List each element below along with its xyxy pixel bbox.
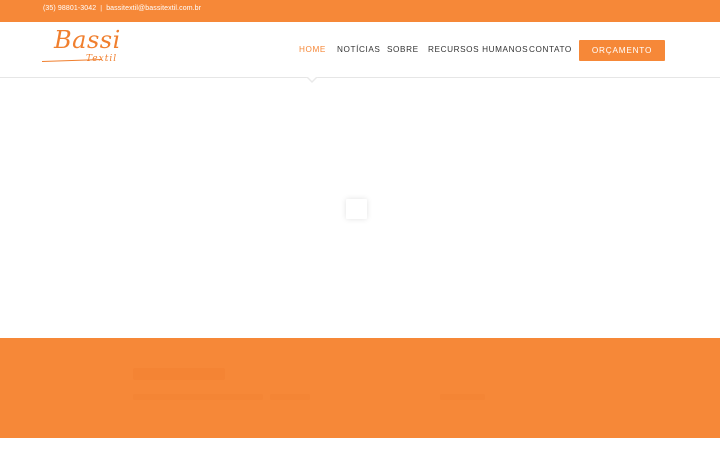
- contact-separator: |: [100, 5, 103, 12]
- nav-item-sobre[interactable]: SOBRE: [387, 45, 419, 54]
- active-nav-indicator: [306, 76, 318, 83]
- brand-name: Bassi: [54, 26, 121, 54]
- footer-heading-placeholder: [133, 368, 225, 380]
- footer-section: [0, 338, 720, 438]
- site-header: Bassi Textil HOME NOTÍCIAS SOBRE RECURSO…: [0, 22, 720, 83]
- contact-info: (35) 98801-3042 | bassitextil@bassitextil.…: [43, 5, 201, 12]
- nav-item-contato[interactable]: CONTATO: [529, 45, 572, 54]
- nav-item-noticias[interactable]: NOTÍCIAS: [337, 45, 380, 54]
- brand-tagline: Textil: [86, 54, 118, 64]
- footer-text-placeholder: [133, 394, 263, 400]
- nav-item-recursos-humanos[interactable]: RECURSOS HUMANOS: [428, 45, 528, 54]
- footer-text-placeholder: [270, 394, 310, 400]
- email-link[interactable]: bassitextil@bassitextil.com.br: [106, 5, 201, 12]
- footer-text-placeholder: [440, 394, 485, 400]
- orcamento-button[interactable]: ORÇAMENTO: [579, 40, 665, 61]
- phone-number[interactable]: (35) 98801-3042: [43, 5, 96, 12]
- page-bottom-strip: [0, 438, 720, 450]
- loading-spinner-icon: [346, 199, 367, 219]
- top-contact-bar: (35) 98801-3042 | bassitextil@bassitextil.…: [0, 0, 720, 22]
- brand-logo[interactable]: Bassi Textil: [40, 26, 132, 66]
- nav-item-home[interactable]: HOME: [299, 45, 326, 54]
